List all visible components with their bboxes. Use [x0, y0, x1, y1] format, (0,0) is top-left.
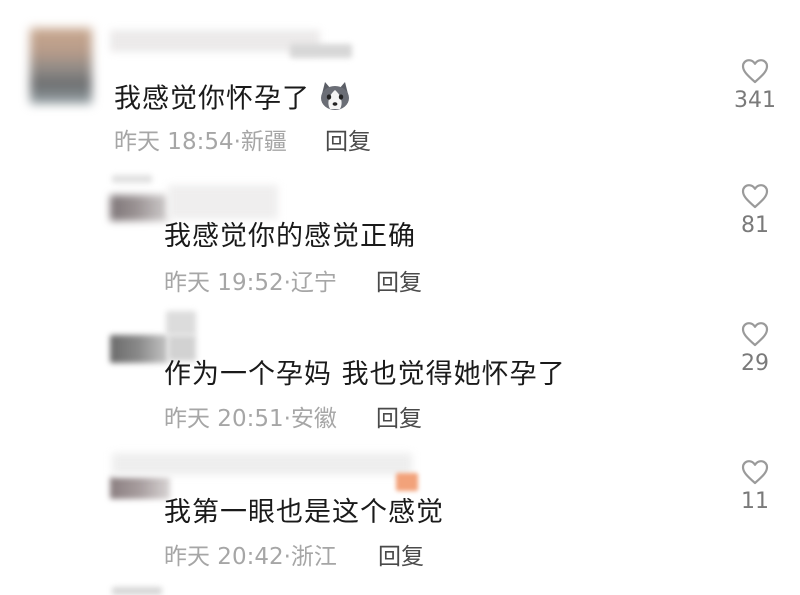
heart-outline-icon [741, 460, 769, 485]
comment-meta: 昨天 20:42·浙江 [164, 543, 337, 571]
reply-1: 我感觉你的感觉正确 昨天 19:52·辽宁 回复 81 [0, 165, 800, 305]
meta-separator: · [283, 544, 291, 570]
like-count: 341 [734, 88, 776, 113]
like-button[interactable]: 11 [725, 459, 785, 514]
husky-dog-emoji-icon [318, 80, 352, 120]
username-redacted[interactable] [110, 30, 320, 52]
orange-badge-redacted [396, 473, 418, 491]
heart-outline-icon [741, 184, 769, 209]
like-button[interactable]: 341 [725, 58, 785, 113]
username-redacted[interactable] [112, 453, 412, 475]
comment-location: 安徽 [290, 406, 337, 432]
username-tail-redacted[interactable] [168, 335, 196, 361]
comment-meta: 昨天 20:51·安徽 [164, 405, 337, 433]
reply-button[interactable]: 回复 [376, 269, 422, 297]
reply-button[interactable]: 回复 [378, 543, 424, 571]
comment-text: 我感觉你的感觉正确 [164, 221, 416, 252]
reply-3: 我第一眼也是这个感觉 昨天 20:42·浙江 回复 11 [0, 445, 800, 595]
username-redacted[interactable] [166, 311, 196, 335]
comment-time: 昨天 19:52 [164, 270, 284, 296]
comment-location: 辽宁 [290, 270, 337, 296]
meta-separator: · [283, 406, 291, 432]
like-button[interactable]: 81 [725, 183, 785, 238]
like-count: 29 [741, 351, 769, 376]
meta-separator: · [283, 270, 291, 296]
comment-text: 我感觉你怀孕了 [114, 80, 352, 120]
username-tail-redacted [290, 44, 352, 58]
reply-button[interactable]: 回复 [325, 128, 371, 156]
like-count: 11 [741, 489, 769, 514]
comment-1: 我感觉你怀孕了 昨天 18:54·新疆 回复 341 [0, 0, 800, 165]
avatar[interactable] [110, 195, 168, 221]
comment-time: 昨天 20:51 [164, 406, 284, 432]
reply-button[interactable]: 回复 [376, 405, 422, 433]
meta-separator: · [233, 129, 241, 155]
comment-text-content: 我感觉你怀孕了 [114, 83, 310, 115]
username-redacted[interactable] [168, 185, 278, 219]
comment-text: 我第一眼也是这个感觉 [164, 497, 444, 528]
reply-2: 作为一个孕妈 我也觉得她怀孕了 昨天 20:51·安徽 回复 29 [0, 305, 800, 445]
comment-time: 昨天 18:54 [114, 129, 234, 155]
comment-time: 昨天 20:42 [164, 544, 284, 570]
avatar[interactable] [110, 335, 168, 363]
next-comment-avatar-partial [112, 587, 162, 595]
heart-outline-icon [741, 322, 769, 347]
avatar[interactable] [30, 28, 92, 104]
comment-location: 浙江 [290, 544, 337, 570]
heart-outline-icon [741, 59, 769, 84]
username-top-redacted [112, 175, 152, 183]
like-button[interactable]: 29 [725, 321, 785, 376]
comment-meta: 昨天 18:54·新疆 [114, 128, 287, 156]
comment-meta: 昨天 19:52·辽宁 [164, 269, 337, 297]
comment-text: 作为一个孕妈 我也觉得她怀孕了 [164, 359, 566, 390]
like-count: 81 [741, 213, 769, 238]
comment-location: 新疆 [240, 129, 287, 155]
avatar[interactable] [110, 477, 170, 499]
